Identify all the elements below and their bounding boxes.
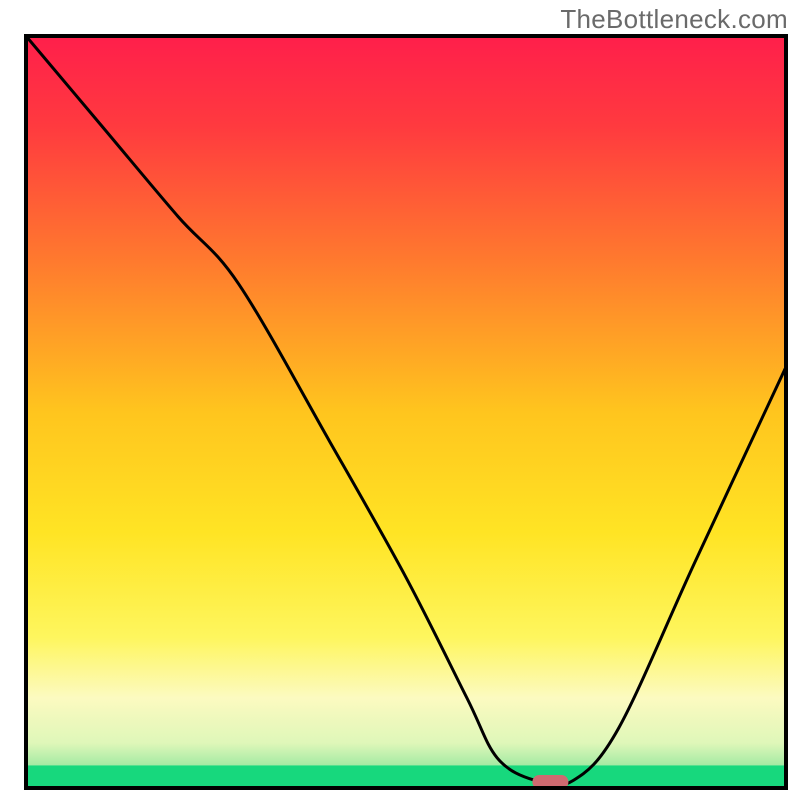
chart-frame: TheBottleneck.com (0, 0, 800, 800)
watermark-text: TheBottleneck.com (560, 4, 788, 35)
gradient-background (26, 36, 786, 788)
optimal-band (26, 765, 786, 788)
bottleneck-chart (0, 0, 800, 800)
